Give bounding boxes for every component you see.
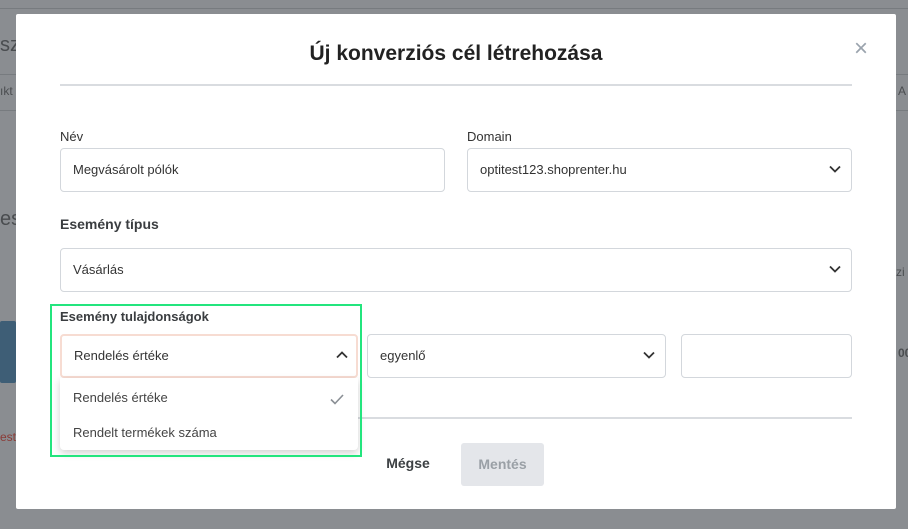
bg-text-7: A: [898, 84, 907, 98]
compare-value-input[interactable]: [681, 334, 852, 378]
event-type-select-value: Vásárlás: [73, 262, 124, 277]
bg-text-6: est: [0, 430, 17, 444]
check-icon: [330, 392, 344, 410]
header-divider: [60, 84, 852, 86]
cancel-button[interactable]: Mégse: [370, 443, 446, 483]
domain-label: Domain: [467, 129, 512, 144]
event-properties-label: Esemény tulajdonságok: [60, 309, 209, 324]
operator-select[interactable]: egyenlő: [367, 334, 666, 378]
property-dropdown-menu: Rendelés értéke Rendelt termékek száma: [60, 378, 358, 450]
property-select-value: Rendelés értéke: [74, 348, 169, 363]
bg-divider: [0, 8, 908, 9]
name-input-value: Megvásárolt pólók: [73, 162, 179, 177]
chevron-up-icon: [336, 336, 348, 376]
dropdown-option-order-value[interactable]: Rendelés értéke: [73, 390, 168, 405]
name-input[interactable]: Megvásárolt pólók: [60, 148, 445, 192]
event-type-select[interactable]: Vásárlás: [60, 248, 852, 292]
chevron-down-icon: [643, 335, 655, 377]
modal-title: Új konverziós cél létrehozása: [309, 42, 603, 65]
domain-select[interactable]: optitest123.shoprenter.hu: [467, 148, 852, 192]
bg-text-2: ıkt: [0, 84, 13, 98]
name-label: Név: [60, 129, 84, 144]
bg-text-4: zi: [896, 265, 905, 279]
operator-select-value: egyenlő: [380, 348, 426, 363]
dropdown-option-ordered-items-count[interactable]: Rendelt termékek száma: [73, 425, 217, 440]
domain-select-value: optitest123.shoprenter.hu: [480, 162, 627, 177]
property-select[interactable]: Rendelés értéke: [60, 334, 358, 378]
event-type-label: Esemény típus: [60, 216, 159, 232]
close-icon[interactable]: ×: [850, 37, 872, 61]
chevron-down-icon: [829, 149, 841, 191]
bg-text-5: 00: [898, 346, 908, 360]
chevron-down-icon: [829, 249, 841, 291]
bg-thumbnail: [0, 321, 16, 383]
save-button[interactable]: Mentés: [461, 443, 544, 486]
